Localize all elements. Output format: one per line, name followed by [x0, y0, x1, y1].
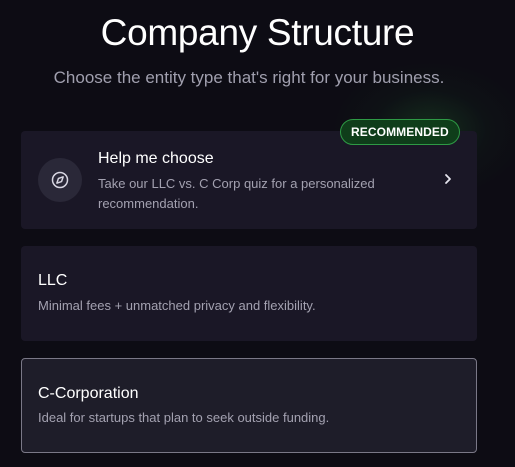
c-corporation-option-card[interactable]: C-Corporation Ideal for startups that pl…: [21, 358, 477, 453]
c-corporation-card-description: Ideal for startups that plan to seek out…: [38, 410, 330, 425]
help-card-title: Help me choose: [98, 150, 214, 167]
help-card-description: Take our LLC vs. C Corp quiz for a perso…: [98, 176, 375, 211]
chevron-right-icon: [441, 172, 455, 186]
compass-icon: [38, 158, 82, 202]
page-subtitle: Choose the entity type that's right for …: [53, 68, 445, 87]
c-corporation-card-title: C-Corporation: [38, 385, 139, 402]
recommended-badge: RECOMMENDED: [340, 119, 460, 145]
llc-option-card[interactable]: LLC Minimal fees + unmatched privacy and…: [21, 246, 477, 341]
page-title: Company Structure: [100, 12, 415, 53]
llc-card-description: Minimal fees + unmatched privacy and fle…: [38, 298, 316, 313]
llc-card-title: LLC: [38, 272, 68, 289]
help-me-choose-card[interactable]: Help me choose Take our LLC vs. C Corp q…: [21, 131, 477, 229]
